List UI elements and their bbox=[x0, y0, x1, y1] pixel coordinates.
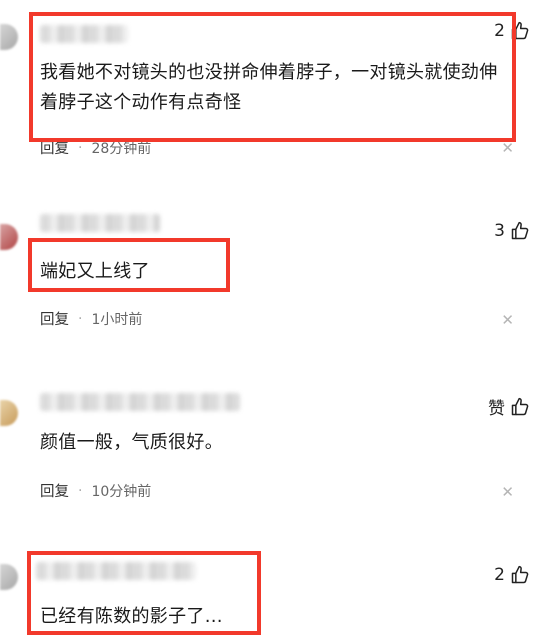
thumbs-up-icon bbox=[511, 21, 529, 40]
comment-time: 1小时前 bbox=[91, 311, 143, 328]
close-icon[interactable]: ✕ bbox=[501, 141, 514, 156]
like-label: 赞 bbox=[488, 399, 505, 419]
avatar[interactable] bbox=[0, 564, 18, 590]
like-count: 2 bbox=[494, 21, 505, 41]
comment-meta: 回复 · 1小时前 bbox=[40, 308, 142, 329]
comment-3: 赞 颜值一般，气质很好。 回复 · 10分钟前 ✕ bbox=[0, 375, 544, 525]
comment-time: 28分钟前 bbox=[91, 140, 152, 157]
separator-dot: · bbox=[78, 310, 83, 327]
reply-button[interactable]: 回复 bbox=[40, 308, 69, 329]
avatar[interactable] bbox=[0, 400, 18, 426]
username-blurred[interactable] bbox=[40, 214, 160, 232]
close-icon[interactable]: ✕ bbox=[501, 485, 514, 500]
username-blurred[interactable] bbox=[40, 25, 128, 43]
separator-dot: · bbox=[78, 139, 83, 156]
reply-button[interactable]: 回复 bbox=[40, 480, 69, 501]
comment-text: 我看她不对镜头的也没拼命伸着脖子，一对镜头就使劲伸着脖子这个动作有点奇怪 bbox=[40, 62, 498, 113]
comment-2: 3 端妃又上线了 回复 · 1小时前 ✕ bbox=[0, 195, 544, 345]
comment-meta: 回复 · 28分钟前 bbox=[40, 137, 151, 158]
comment-1: 2 我看她不对镜头的也没拼命伸着脖子，一对镜头就使劲伸着脖子这个动作有点奇怪 回… bbox=[0, 0, 544, 165]
separator-dot: · bbox=[78, 482, 83, 499]
reply-button[interactable]: 回复 bbox=[40, 137, 69, 158]
thumbs-up-icon bbox=[511, 397, 529, 415]
comment-4: 2 已经有陈数的影子了... bbox=[0, 550, 544, 640]
comment-text: 颜值一般，气质很好。 bbox=[40, 432, 223, 453]
comment-time: 10分钟前 bbox=[91, 483, 152, 500]
like-button[interactable]: 赞 bbox=[488, 394, 530, 419]
username-blurred[interactable] bbox=[36, 562, 196, 580]
like-button[interactable]: 2 bbox=[494, 565, 530, 585]
comment-text: 端妃又上线了 bbox=[40, 261, 150, 282]
avatar[interactable] bbox=[0, 224, 18, 250]
like-count: 3 bbox=[494, 221, 505, 241]
avatar[interactable] bbox=[0, 24, 18, 50]
like-count: 2 bbox=[494, 565, 505, 585]
thumbs-up-icon bbox=[511, 221, 529, 240]
like-button[interactable]: 2 bbox=[494, 21, 530, 41]
thumbs-up-icon bbox=[511, 565, 529, 584]
comment-text: 已经有陈数的影子了... bbox=[40, 606, 223, 627]
comment-meta: 回复 · 10分钟前 bbox=[40, 480, 151, 501]
close-icon[interactable]: ✕ bbox=[501, 313, 514, 328]
like-button[interactable]: 3 bbox=[494, 221, 530, 241]
username-blurred[interactable] bbox=[40, 393, 240, 411]
